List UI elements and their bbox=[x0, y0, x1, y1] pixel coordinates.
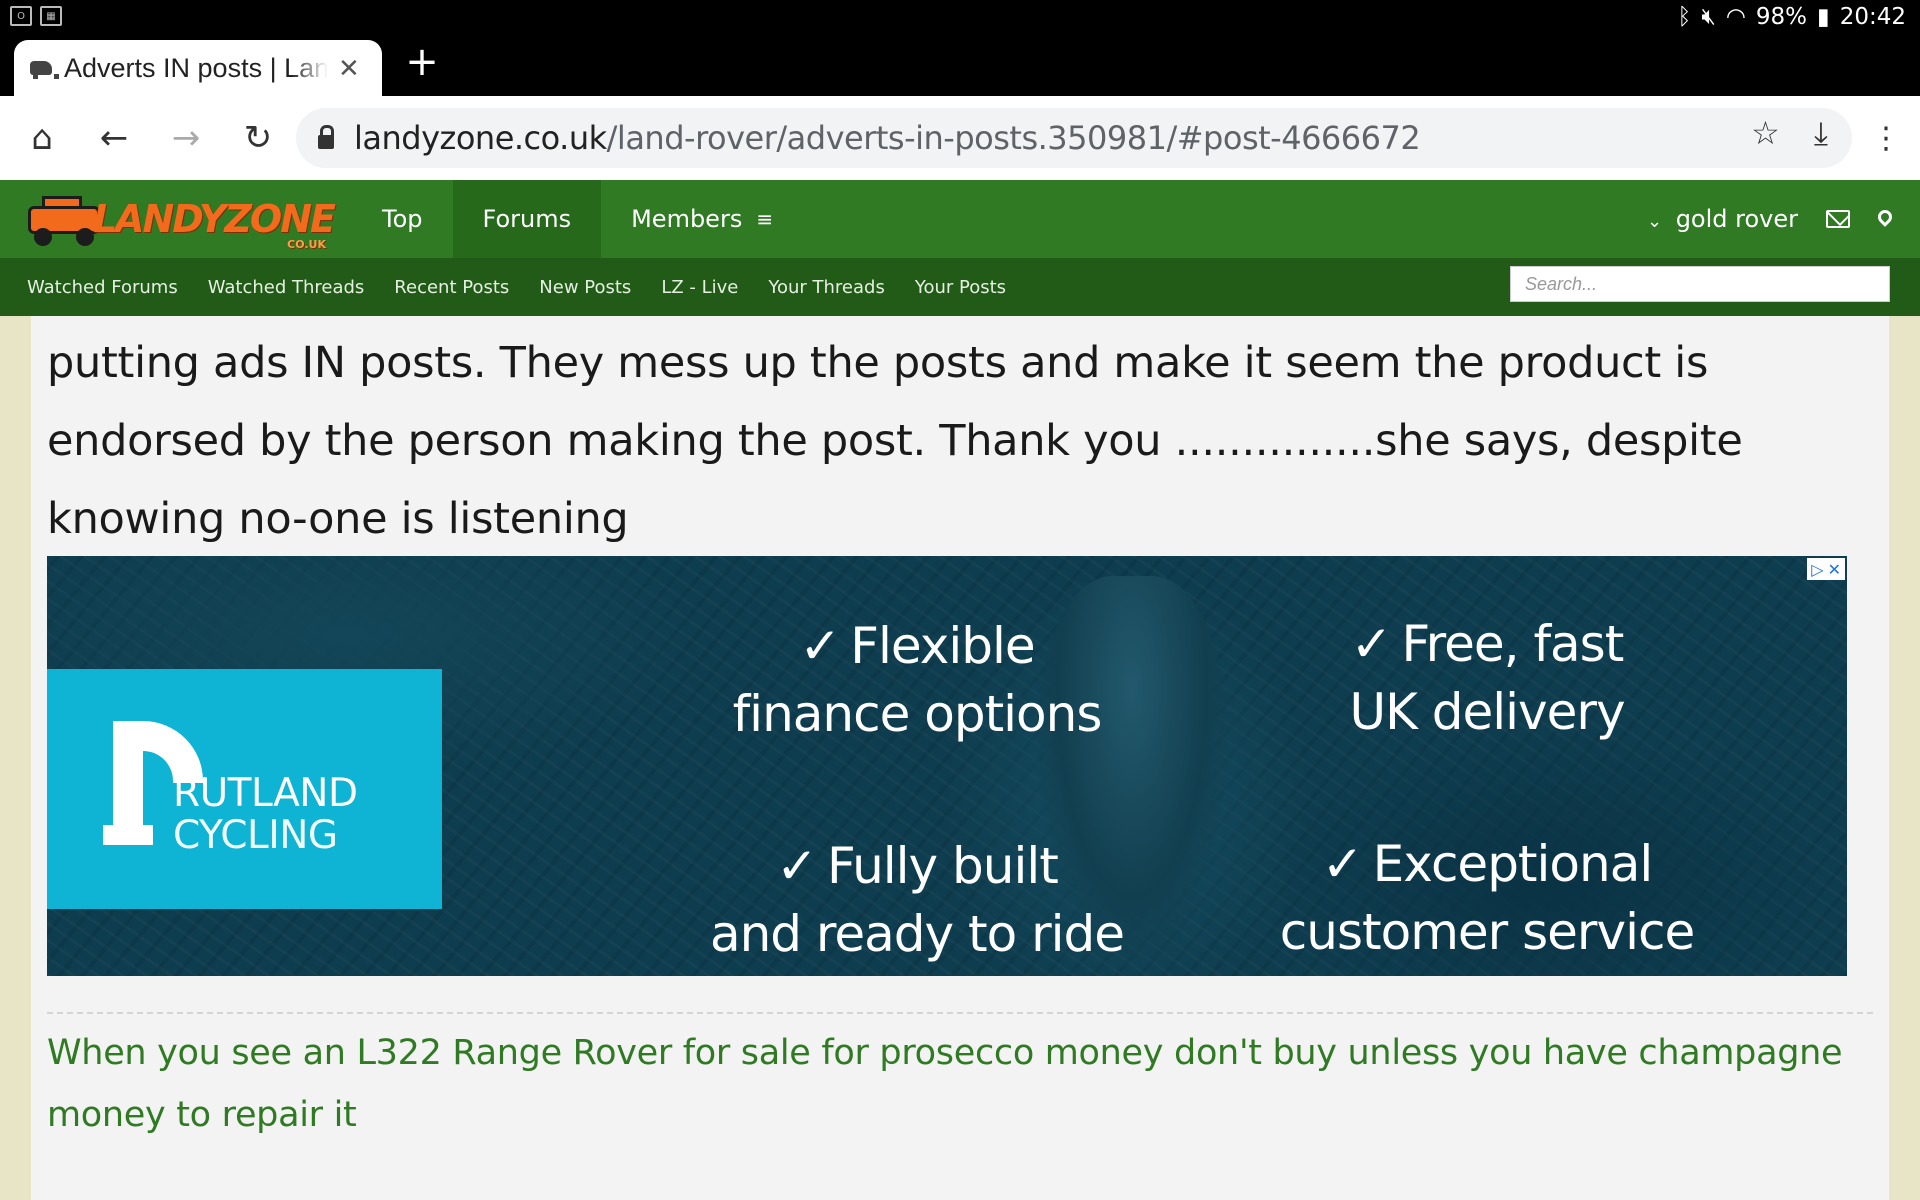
rutland-cycling-logo: RUTLAND CYCLING bbox=[47, 669, 442, 909]
ad-feature-finance: ✓ Flexible finance options bbox=[732, 617, 1103, 743]
url-path: /land-rover/adverts-in-posts.350981/#pos… bbox=[606, 119, 1421, 157]
mute-icon: 🔇︎ bbox=[1701, 4, 1716, 30]
user-nav: ⌄ gold rover bbox=[1647, 180, 1895, 258]
inbox-mail-icon[interactable] bbox=[1826, 210, 1850, 228]
battery-level: 98% bbox=[1755, 4, 1808, 30]
close-tab-icon[interactable]: ✕ bbox=[338, 55, 360, 81]
more-menu-icon[interactable]: ⋮ bbox=[1862, 114, 1910, 162]
subnav-recent-posts[interactable]: Recent Posts bbox=[394, 277, 509, 298]
subnav-your-posts[interactable]: Your Posts bbox=[915, 277, 1006, 298]
username: gold rover bbox=[1675, 205, 1798, 233]
hamburger-menu-icon: ≡ bbox=[756, 207, 774, 231]
new-tab-icon[interactable]: + bbox=[402, 42, 442, 82]
browser-tab[interactable]: Adverts IN posts | LandyZone ✕ bbox=[14, 40, 382, 96]
ad-brand-line2: CYCLING bbox=[173, 813, 338, 858]
ad-feature-service: ✓ Exceptional customer service bbox=[1279, 835, 1695, 961]
ad-feature-built: ✓ Fully built and ready to ride bbox=[709, 837, 1125, 963]
bookmark-star-icon[interactable]: ☆ bbox=[1751, 114, 1780, 153]
tab-strip: Adverts IN posts | LandyZone ✕ + bbox=[0, 36, 1920, 96]
user-signature: When you see an L322 Range Rover for sal… bbox=[47, 1033, 1843, 1135]
bluetooth-icon: ᛒ bbox=[1677, 4, 1692, 30]
logo-wordmark: LANDYZONE CO.UK bbox=[92, 197, 336, 251]
location-pin-icon[interactable] bbox=[1875, 207, 1895, 227]
browser-toolbar: ⌂ ← → ↻ landyzone.co.uk/land-rover/adver… bbox=[0, 96, 1920, 180]
tab-title: Adverts IN posts | LandyZone bbox=[64, 52, 328, 83]
sub-nav: Watched Forums Watched Threads Recent Po… bbox=[0, 258, 1920, 316]
url-text[interactable]: landyzone.co.uk/land-rover/adverts-in-po… bbox=[354, 119, 1421, 157]
signature-divider bbox=[47, 1012, 1873, 1014]
clock: 20:42 bbox=[1839, 4, 1906, 30]
lock-icon bbox=[318, 125, 334, 149]
adchoices-badge[interactable]: ▷ ✕ bbox=[1807, 558, 1845, 580]
android-status-bar: O ▦ ᛒ 🔇︎ ◠ 98% ▮ 20:42 bbox=[0, 0, 1920, 36]
account-menu[interactable]: ⌄ gold rover bbox=[1647, 205, 1798, 233]
car-favicon-icon bbox=[30, 61, 59, 79]
nav-forums[interactable]: Forums bbox=[452, 180, 602, 258]
url-host: landyzone.co.uk bbox=[354, 119, 607, 157]
site-header: LANDYZONE CO.UK Top Forums Members ≡ ⌄ g… bbox=[0, 180, 1920, 258]
nav-members[interactable]: Members ≡ bbox=[601, 180, 803, 258]
home-icon[interactable]: ⌂ bbox=[18, 114, 66, 162]
post-body-text: putting ads IN posts. They mess up the p… bbox=[47, 338, 1743, 544]
wifi-icon: ◠ bbox=[1725, 4, 1746, 30]
subnav-watched-threads[interactable]: Watched Threads bbox=[208, 277, 365, 298]
nav-members-label: Members bbox=[631, 205, 743, 233]
download-icon[interactable]: ⤓ bbox=[1814, 114, 1828, 153]
search-input[interactable] bbox=[1510, 266, 1890, 302]
subnav-watched-forums[interactable]: Watched Forums bbox=[27, 277, 178, 298]
chevron-down-icon: ⌄ bbox=[1646, 211, 1663, 232]
main-nav: Top Forums Members ≡ bbox=[352, 180, 803, 258]
ad-feature-delivery: ✓ Free, fast UK delivery bbox=[1349, 615, 1625, 741]
land-rover-logo-icon bbox=[24, 192, 100, 246]
back-arrow-icon[interactable]: ← bbox=[90, 114, 138, 162]
address-bar[interactable]: landyzone.co.uk/land-rover/adverts-in-po… bbox=[296, 108, 1852, 168]
gallery-notification-icon: ▦ bbox=[40, 6, 62, 26]
subnav-your-threads[interactable]: Your Threads bbox=[768, 277, 884, 298]
forward-arrow-icon[interactable]: → bbox=[162, 114, 210, 162]
close-ad-icon[interactable]: ✕ bbox=[1828, 560, 1841, 579]
outlook-notification-icon: O bbox=[10, 6, 32, 26]
nav-top[interactable]: Top bbox=[352, 180, 453, 258]
subnav-lz-live[interactable]: LZ - Live bbox=[661, 277, 738, 298]
post-content: putting ads IN posts. They mess up the p… bbox=[31, 316, 1889, 1200]
battery-icon: ▮ bbox=[1817, 4, 1830, 30]
rutland-cycling-advert[interactable]: RUTLAND CYCLING ✓ Flexible finance option… bbox=[47, 556, 1847, 976]
adchoices-icon: ▷ bbox=[1811, 559, 1824, 579]
reload-icon[interactable]: ↻ bbox=[234, 114, 282, 162]
site-logo[interactable]: LANDYZONE CO.UK bbox=[24, 184, 336, 254]
ad-brand-line1: RUTLAND bbox=[173, 771, 358, 816]
subnav-new-posts[interactable]: New Posts bbox=[539, 277, 631, 298]
